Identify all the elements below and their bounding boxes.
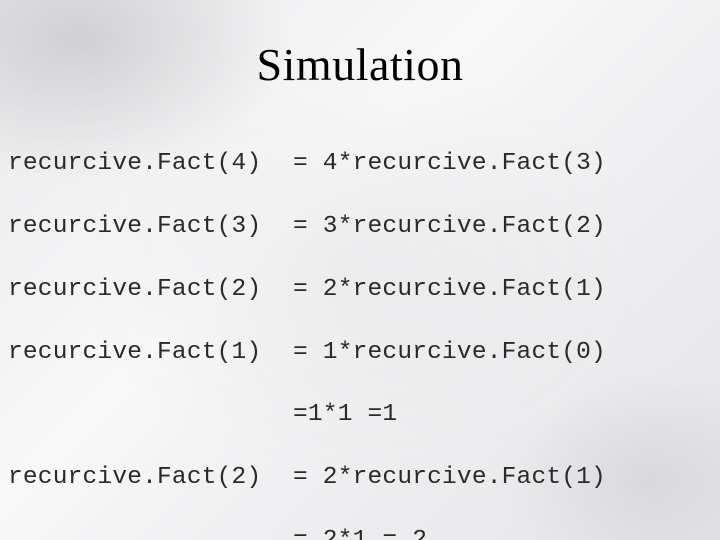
code-rhs: = 1*recurcive.Fact(0) (293, 337, 606, 368)
code-row: recurcive.Fact(4)= 4*recurcive.Fact(3) (8, 148, 720, 179)
code-row: recurcive.Fact(2)= 2*recurcive.Fact(1) (8, 274, 720, 305)
code-lhs: recurcive.Fact(4) (8, 148, 293, 179)
code-row: recurcive.Fact(1)= 1*recurcive.Fact(0) (8, 337, 720, 368)
code-lhs: recurcive.Fact(3) (8, 211, 293, 242)
code-rhs: = 4*recurcive.Fact(3) (293, 148, 606, 179)
code-rhs: =1*1 =1 (293, 399, 397, 430)
code-rhs: = 2*1 = 2 (293, 525, 427, 540)
simulation-code: recurcive.Fact(4)= 4*recurcive.Fact(3) r… (0, 91, 720, 540)
code-lhs: recurcive.Fact(2) (8, 274, 293, 305)
code-rhs: = 2*recurcive.Fact(1) (293, 462, 606, 493)
code-lhs: recurcive.Fact(2) (8, 462, 293, 493)
slide-title: Simulation (0, 0, 720, 91)
code-row: recurcive.Fact(3)= 3*recurcive.Fact(2) (8, 211, 720, 242)
code-rhs: = 3*recurcive.Fact(2) (293, 211, 606, 242)
code-row: =1*1 =1 (8, 399, 720, 430)
code-lhs: recurcive.Fact(1) (8, 337, 293, 368)
code-rhs: = 2*recurcive.Fact(1) (293, 274, 606, 305)
code-row: = 2*1 = 2 (8, 525, 720, 540)
code-row: recurcive.Fact(2)= 2*recurcive.Fact(1) (8, 462, 720, 493)
